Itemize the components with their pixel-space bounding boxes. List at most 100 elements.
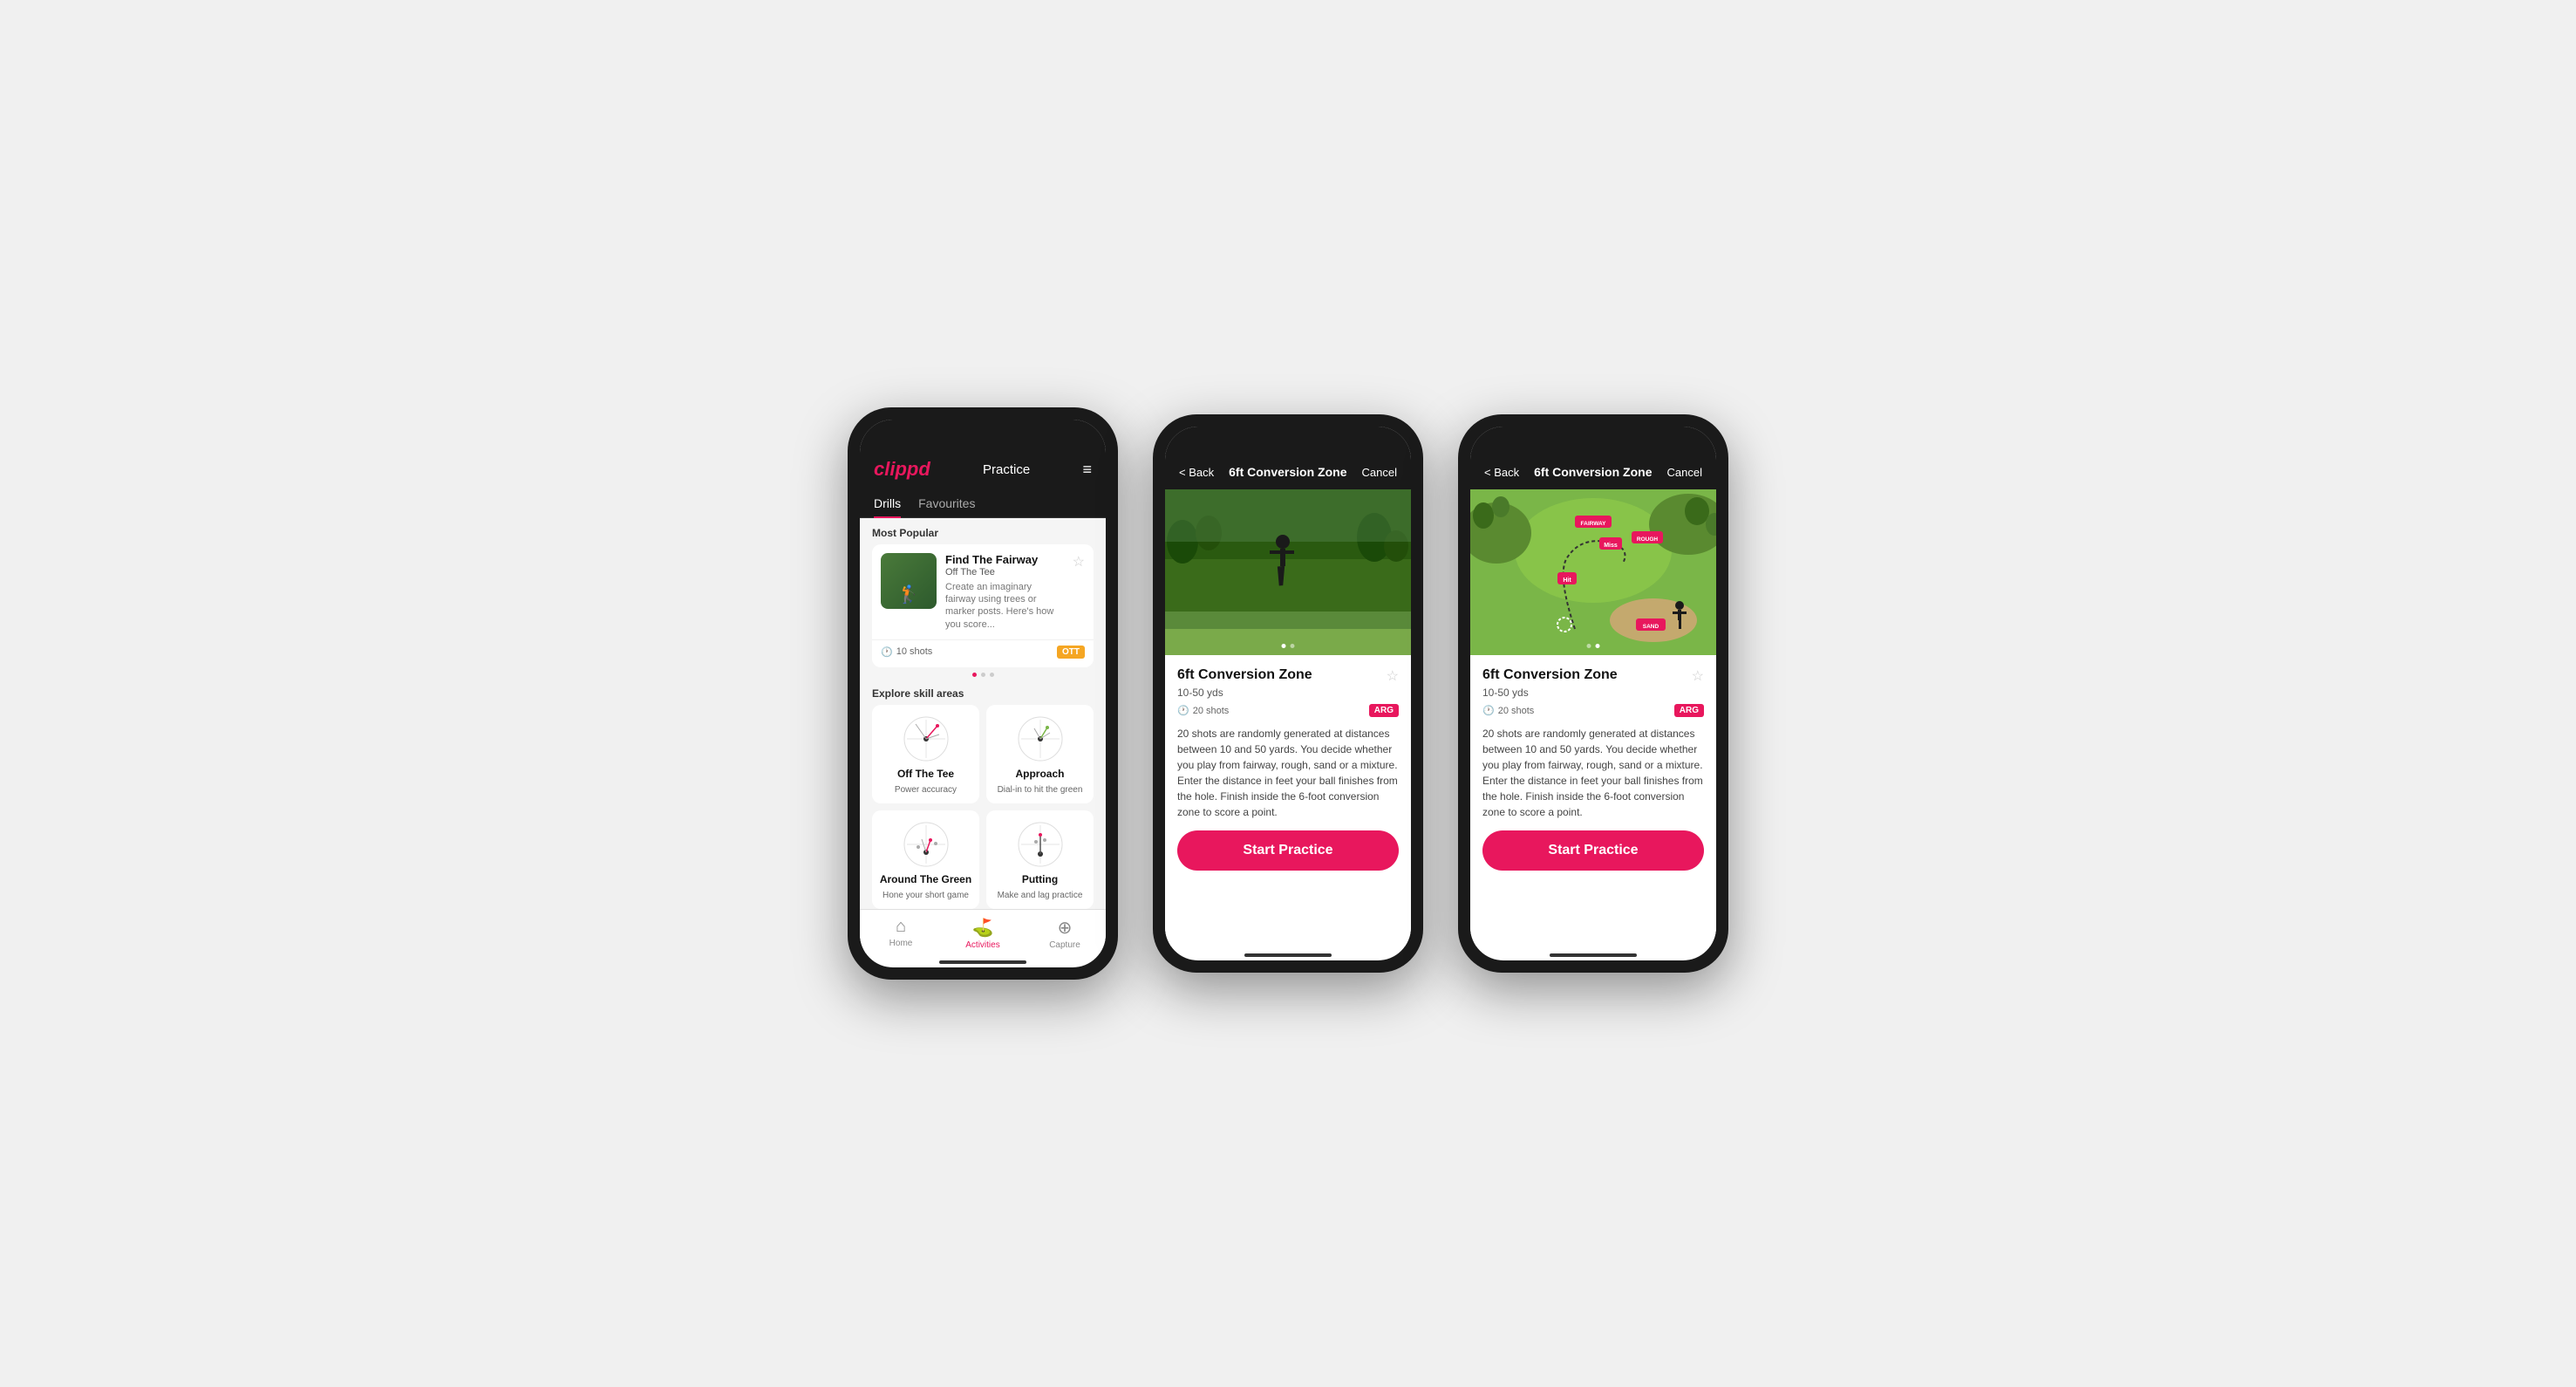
skill-card-ott[interactable]: Off The Tee Power accuracy — [872, 705, 979, 803]
skill-card-atg[interactable]: Around The Green Hone your short game — [872, 810, 979, 909]
favourite-star-icon-3[interactable]: ☆ — [1692, 667, 1704, 685]
skill-approach-name: Approach — [1015, 768, 1064, 780]
cancel-button[interactable]: Cancel — [1362, 466, 1397, 479]
arg-tag-3: ARG — [1674, 704, 1704, 717]
start-practice-button-3[interactable]: Start Practice — [1482, 830, 1704, 871]
phone-2-screen: < Back 6ft Conversion Zone Cancel — [1165, 427, 1411, 960]
drill-detail-body-3: 6ft Conversion Zone ☆ 10-50 yds 🕐 20 sho… — [1470, 655, 1716, 946]
featured-card[interactable]: 🏌️ Find The Fairway Off The Tee Create a… — [872, 544, 1094, 667]
capture-label: Capture — [1049, 940, 1080, 950]
drill-description-3: 20 shots are randomly generated at dista… — [1482, 726, 1704, 820]
dot-1 — [972, 673, 977, 677]
card-title: Find The Fairway — [945, 553, 1064, 567]
cancel-button-3[interactable]: Cancel — [1667, 466, 1702, 479]
drill-range-3: 10-50 yds — [1482, 687, 1704, 699]
menu-icon[interactable]: ≡ — [1082, 461, 1092, 479]
card-thumbnail: 🏌️ — [881, 553, 937, 609]
drill-name-3: 6ft Conversion Zone — [1482, 667, 1618, 683]
skill-atg-desc: Hone your short game — [883, 891, 969, 900]
home-label: Home — [889, 939, 913, 948]
carousel-dots — [860, 667, 1106, 682]
activities-icon: ⛳ — [972, 917, 994, 939]
image-dot-2 — [1291, 644, 1295, 648]
start-practice-button[interactable]: Start Practice — [1177, 830, 1399, 871]
skill-card-putting[interactable]: Putting Make and lag practice — [986, 810, 1094, 909]
drill-detail-body: 6ft Conversion Zone ☆ 10-50 yds 🕐 20 sho… — [1165, 655, 1411, 946]
card-row: 🏌️ Find The Fairway Off The Tee Create a… — [872, 544, 1094, 639]
activities-label: Activities — [965, 940, 999, 950]
nav-capture[interactable]: ⊕ Capture — [1024, 917, 1106, 950]
drill-name: 6ft Conversion Zone — [1177, 667, 1312, 683]
back-button[interactable]: < Back — [1179, 466, 1214, 479]
tab-drills[interactable]: Drills — [874, 489, 901, 517]
svg-text:ROUGH: ROUGH — [1637, 536, 1659, 543]
detail-header-3: < Back 6ft Conversion Zone Cancel — [1470, 427, 1716, 489]
skill-putting-desc: Make and lag practice — [998, 891, 1083, 900]
image-dot-3-2 — [1596, 644, 1600, 648]
phone-1: clippd Practice ≡ Drills Favourites Most… — [848, 407, 1118, 980]
image-dot-3-1 — [1587, 644, 1591, 648]
golf-photo-svg — [1165, 489, 1411, 655]
back-button-3[interactable]: < Back — [1484, 466, 1519, 479]
phone-3-screen: < Back 6ft Conversion Zone Cancel — [1470, 427, 1716, 960]
clock-icon-3: 🕐 — [1482, 705, 1495, 716]
svg-text:SAND: SAND — [1643, 624, 1659, 630]
dot-3 — [990, 673, 994, 677]
drill-shots-row-3: 🕐 20 shots ARG — [1482, 704, 1704, 717]
tab-favourites[interactable]: Favourites — [918, 489, 975, 517]
drill-image — [1165, 489, 1411, 655]
approach-icon — [1017, 715, 1064, 762]
skill-putting-name: Putting — [1022, 873, 1058, 885]
clock-icon: 🕐 — [881, 646, 893, 658]
most-popular-label: Most Popular — [860, 518, 1106, 544]
detail-header-title-3: 6ft Conversion Zone — [1534, 465, 1652, 479]
explore-label: Explore skill areas — [860, 682, 1106, 705]
detail-header-title: 6ft Conversion Zone — [1229, 465, 1346, 479]
dot-2 — [981, 673, 985, 677]
card-info: Find The Fairway Off The Tee Create an i… — [945, 553, 1064, 631]
phone-3: < Back 6ft Conversion Zone Cancel — [1458, 414, 1728, 973]
golfer-emoji: 🏌️ — [898, 584, 920, 605]
drill-top-row-3: 6ft Conversion Zone ☆ — [1482, 667, 1704, 685]
svg-text:Miss: Miss — [1604, 543, 1618, 549]
drill-shots-row: 🕐 20 shots ARG — [1177, 704, 1399, 717]
skill-grid: Off The Tee Power accuracy — [860, 705, 1106, 909]
svg-text:Hit: Hit — [1563, 577, 1571, 584]
favourite-star-icon[interactable]: ☆ — [1073, 553, 1085, 571]
home-bar-2 — [1244, 953, 1332, 957]
home-icon: ⌂ — [896, 917, 906, 937]
card-footer: 🕐 10 shots OTT — [872, 639, 1094, 667]
image-dots-3 — [1587, 644, 1600, 648]
ott-tag: OTT — [1057, 646, 1085, 659]
nav-activities[interactable]: ⛳ Activities — [942, 917, 1024, 950]
drill-shot-count-3: 🕐 20 shots — [1482, 705, 1534, 716]
drill-map-image: Hit Miss FAIRWAY ROUGH SAND — [1470, 489, 1716, 655]
drill-range: 10-50 yds — [1177, 687, 1399, 699]
drill-description: 20 shots are randomly generated at dista… — [1177, 726, 1399, 820]
card-subtitle: Off The Tee — [945, 567, 1064, 577]
phone-1-screen: clippd Practice ≡ Drills Favourites Most… — [860, 420, 1106, 967]
capture-icon: ⊕ — [1058, 917, 1073, 939]
drill-shot-count: 🕐 20 shots — [1177, 705, 1229, 716]
main-content: Most Popular 🏌️ Find The Fairway Off The… — [860, 518, 1106, 909]
bottom-nav: ⌂ Home ⛳ Activities ⊕ Capture — [860, 909, 1106, 953]
tab-bar: Drills Favourites — [860, 489, 1106, 518]
svg-text:FAIRWAY: FAIRWAY — [1581, 521, 1607, 527]
putting-icon — [1017, 821, 1064, 868]
nav-home[interactable]: ⌂ Home — [860, 917, 942, 950]
home-bar-3 — [1550, 953, 1637, 957]
skill-atg-name: Around The Green — [880, 873, 971, 885]
skill-card-approach[interactable]: Approach Dial-in to hit the green — [986, 705, 1094, 803]
skill-ott-desc: Power accuracy — [895, 785, 957, 795]
drill-top-row: 6ft Conversion Zone ☆ — [1177, 667, 1399, 685]
image-dot-1 — [1282, 644, 1286, 648]
image-dots — [1282, 644, 1295, 648]
app-logo: clippd — [874, 458, 930, 481]
detail-header: < Back 6ft Conversion Zone Cancel — [1165, 427, 1411, 489]
arg-tag: ARG — [1369, 704, 1399, 717]
ott-icon — [903, 715, 950, 762]
favourite-star-icon[interactable]: ☆ — [1387, 667, 1399, 685]
app-header: clippd Practice ≡ — [860, 420, 1106, 489]
skill-approach-desc: Dial-in to hit the green — [998, 785, 1083, 795]
card-description: Create an imaginary fairway using trees … — [945, 581, 1064, 631]
